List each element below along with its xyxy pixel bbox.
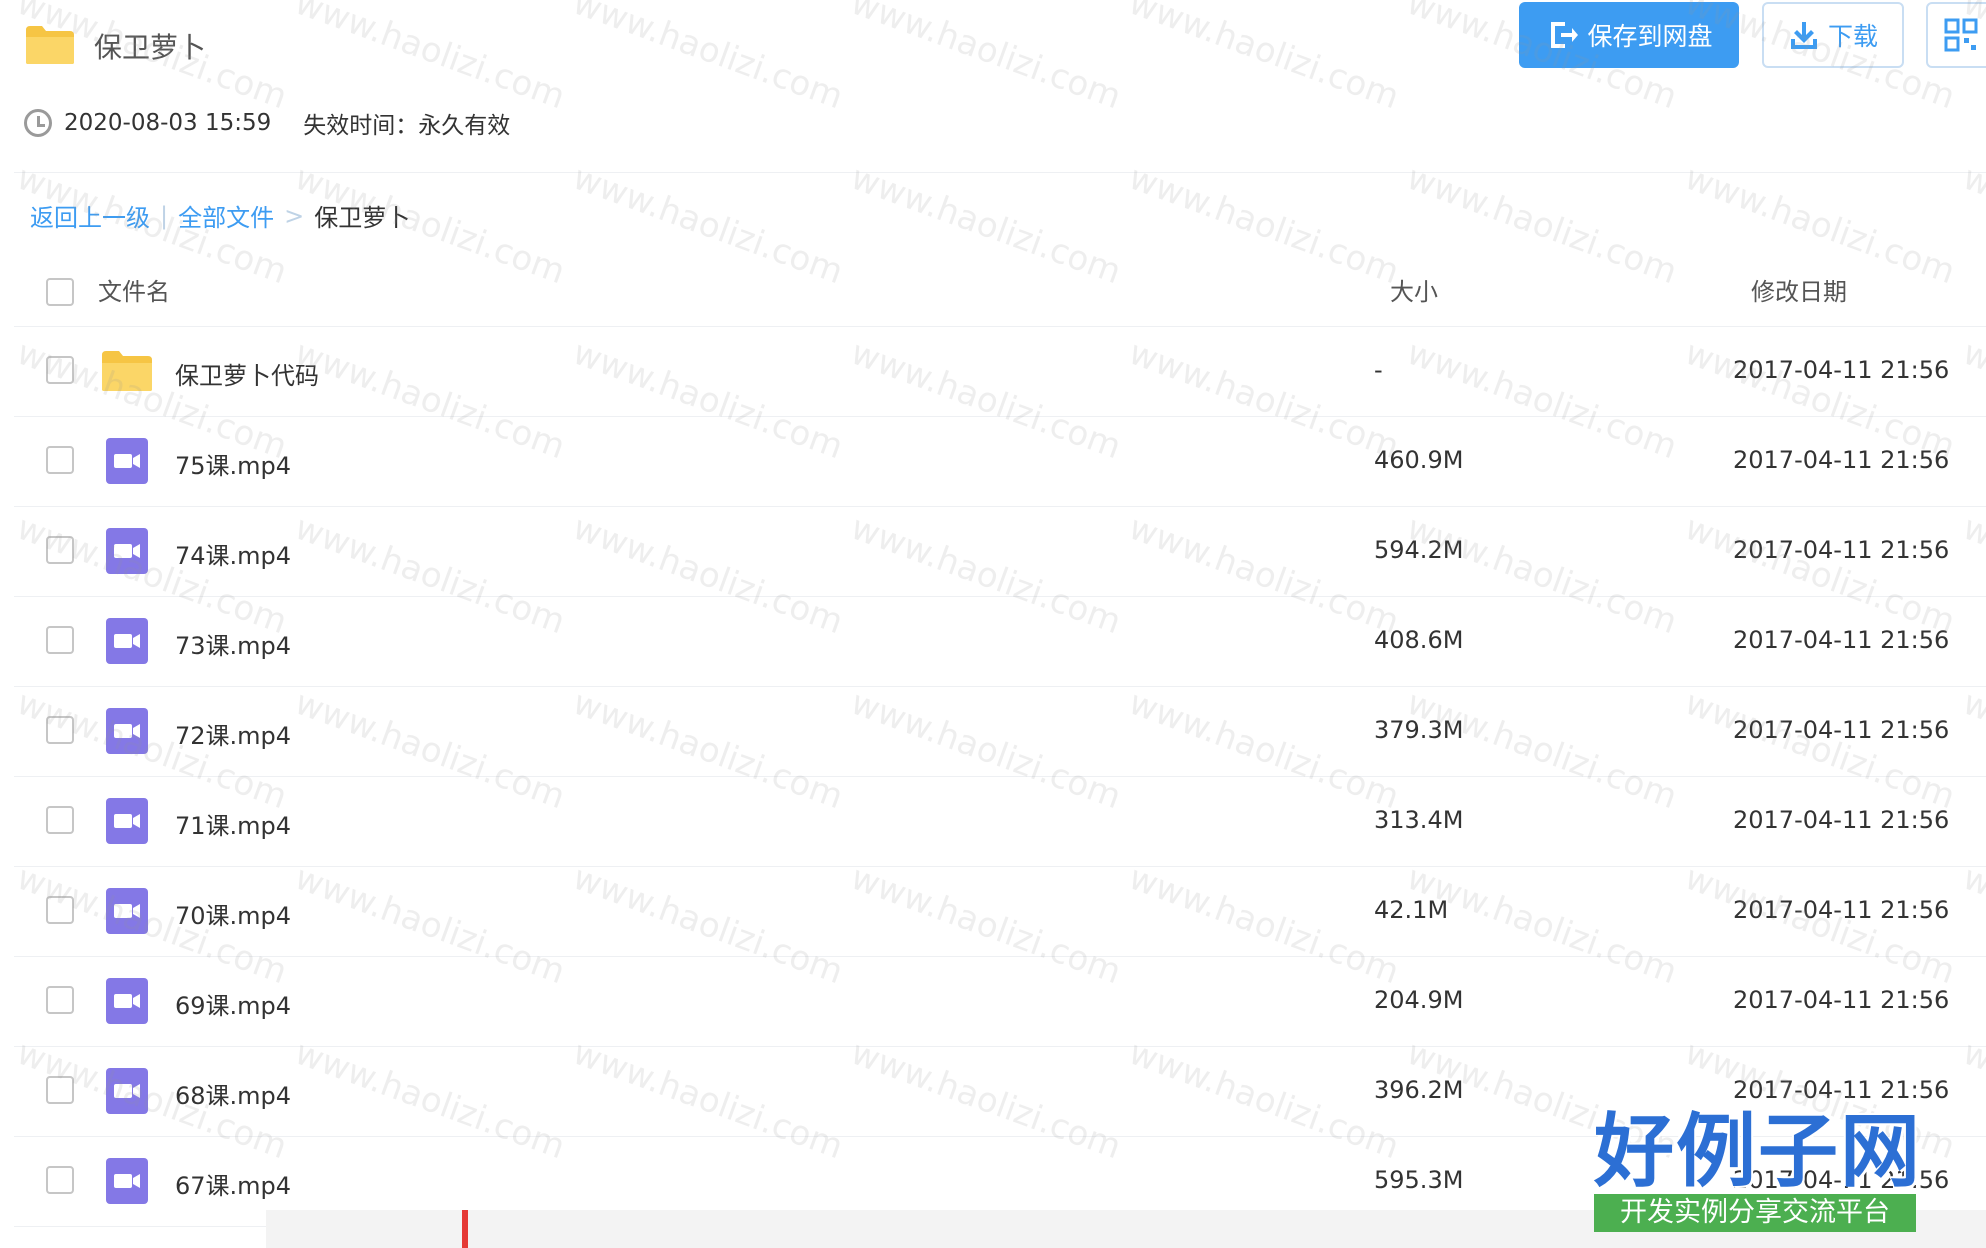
save-to-netdisk-button[interactable]: 保存到网盘 — [1519, 2, 1739, 68]
file-size: 460.9M — [1374, 446, 1464, 474]
video-file-icon — [104, 1066, 150, 1120]
file-size: 594.2M — [1374, 536, 1464, 564]
watermark-text: www.haolizi.com — [1123, 0, 1405, 118]
file-size: 408.6M — [1374, 626, 1464, 654]
file-name[interactable]: 保卫萝卜代码 — [175, 356, 319, 391]
column-header-date[interactable]: 修改日期 — [1751, 272, 1847, 307]
table-row[interactable]: 75课.mp4 460.9M 2017-04-11 21:56 — [14, 416, 1986, 507]
download-icon — [1790, 22, 1817, 49]
breadcrumb-arrow: > — [284, 201, 305, 230]
video-file-icon — [104, 526, 150, 580]
download-button[interactable]: 下载 — [1762, 2, 1904, 68]
file-name[interactable]: 68课.mp4 — [175, 1076, 291, 1111]
row-checkbox[interactable] — [46, 446, 74, 474]
table-row[interactable]: 74课.mp4 594.2M 2017-04-11 21:56 — [14, 506, 1986, 597]
file-date: 2017-04-11 21:56 — [1733, 626, 1950, 654]
watermark-text: www.haolizi.com — [289, 0, 571, 118]
video-file-icon — [104, 1156, 150, 1210]
logo-subtitle: 开发实例分享交流平台 — [1594, 1194, 1916, 1232]
file-size: 204.9M — [1374, 986, 1464, 1014]
breadcrumb-separator: | — [160, 201, 169, 230]
clock-icon — [24, 109, 52, 137]
file-size: 595.3M — [1374, 1166, 1464, 1194]
share-page: 保卫萝卜 2020-08-03 15:59 失效时间：永久有效 保存到网盘 下载… — [0, 0, 1986, 1248]
row-checkbox[interactable] — [46, 896, 74, 924]
watermark-text: www.haolizi.com — [567, 0, 849, 118]
all-files-link[interactable]: 全部文件 — [178, 198, 274, 233]
share-meta: 2020-08-03 15:59 失效时间：永久有效 — [24, 106, 510, 140]
row-checkbox[interactable] — [46, 986, 74, 1014]
table-row[interactable]: 72课.mp4 379.3M 2017-04-11 21:56 — [14, 686, 1986, 777]
folder-icon — [100, 349, 154, 397]
qrcode-icon — [1944, 18, 1978, 52]
column-header-name[interactable]: 文件名 — [98, 272, 170, 307]
download-button-label: 下载 — [1827, 22, 1878, 51]
file-date: 2017-04-11 21:56 — [1733, 446, 1950, 474]
breadcrumb: 返回上一级 | 全部文件 > 保卫萝卜 — [30, 198, 410, 233]
breadcrumb-current: 保卫萝卜 — [314, 204, 411, 232]
file-date: 2017-04-11 21:56 — [1733, 806, 1950, 834]
file-date: 2017-04-11 21:56 — [1733, 1076, 1950, 1104]
header-divider — [14, 172, 1986, 173]
watermark-text: www.haolizi.com — [845, 0, 1127, 118]
save-icon — [1551, 22, 1579, 48]
folder-icon — [26, 26, 74, 64]
file-name[interactable]: 67课.mp4 — [175, 1166, 291, 1201]
file-name[interactable]: 71课.mp4 — [175, 806, 291, 841]
file-size: 42.1M — [1374, 896, 1449, 924]
video-file-icon — [104, 976, 150, 1030]
watermark-text: www.haolizi.com — [1123, 157, 1405, 293]
file-date: 2017-04-11 21:56 — [1733, 716, 1950, 744]
video-file-icon — [104, 706, 150, 760]
video-file-icon — [104, 616, 150, 670]
table-row[interactable]: 71课.mp4 313.4M 2017-04-11 21:56 — [14, 776, 1986, 867]
file-name[interactable]: 70课.mp4 — [175, 896, 291, 931]
row-checkbox[interactable] — [46, 1166, 74, 1194]
table-row[interactable]: 保卫萝卜代码 - 2017-04-11 21:56 — [14, 326, 1986, 417]
back-link[interactable]: 返回上一级 — [30, 198, 150, 233]
expire-text: 失效时间：永久有效 — [303, 113, 511, 139]
row-checkbox[interactable] — [46, 716, 74, 744]
file-name[interactable]: 73课.mp4 — [175, 626, 291, 661]
share-time: 2020-08-03 15:59 — [64, 110, 272, 136]
page-title: 保卫萝卜 — [94, 31, 207, 64]
video-file-icon — [104, 436, 150, 490]
file-size: 379.3M — [1374, 716, 1464, 744]
row-checkbox[interactable] — [46, 1076, 74, 1104]
file-size: 313.4M — [1374, 806, 1464, 834]
logo-title: 好例子网 — [1594, 1104, 1922, 1198]
table-row[interactable]: 70课.mp4 42.1M 2017-04-11 21:56 — [14, 866, 1986, 957]
file-size: - — [1374, 356, 1383, 384]
watermark-text: www.haolizi.com — [1401, 157, 1683, 293]
site-logo: 好例子网 开发实例分享交流平台 — [1594, 1108, 1924, 1236]
qrcode-button[interactable] — [1926, 2, 1986, 68]
file-date: 2017-04-11 21:56 — [1733, 896, 1950, 924]
file-name[interactable]: 75课.mp4 — [175, 446, 291, 481]
video-file-icon — [104, 886, 150, 940]
watermark-text: www.haolizi.com — [1957, 157, 1986, 293]
banner-accent — [462, 1210, 468, 1248]
file-date: 2017-04-11 21:56 — [1733, 986, 1950, 1014]
row-checkbox[interactable] — [46, 536, 74, 564]
watermark-text: www.haolizi.com — [567, 157, 849, 293]
video-file-icon — [104, 796, 150, 850]
watermark-text: www.haolizi.com — [845, 157, 1127, 293]
file-date: 2017-04-11 21:56 — [1733, 356, 1950, 384]
row-checkbox[interactable] — [46, 626, 74, 654]
table-row[interactable]: 73课.mp4 408.6M 2017-04-11 21:56 — [14, 596, 1986, 687]
file-name[interactable]: 69课.mp4 — [175, 986, 291, 1021]
column-header-size[interactable]: 大小 — [1390, 272, 1438, 307]
row-checkbox[interactable] — [46, 806, 74, 834]
row-checkbox[interactable] — [46, 356, 74, 384]
file-name[interactable]: 74课.mp4 — [175, 536, 291, 571]
select-all-checkbox[interactable] — [46, 278, 74, 306]
file-size: 396.2M — [1374, 1076, 1464, 1104]
table-row[interactable]: 69课.mp4 204.9M 2017-04-11 21:56 — [14, 956, 1986, 1047]
file-name[interactable]: 72课.mp4 — [175, 716, 291, 751]
save-button-label: 保存到网盘 — [1587, 22, 1713, 51]
file-date: 2017-04-11 21:56 — [1733, 536, 1950, 564]
